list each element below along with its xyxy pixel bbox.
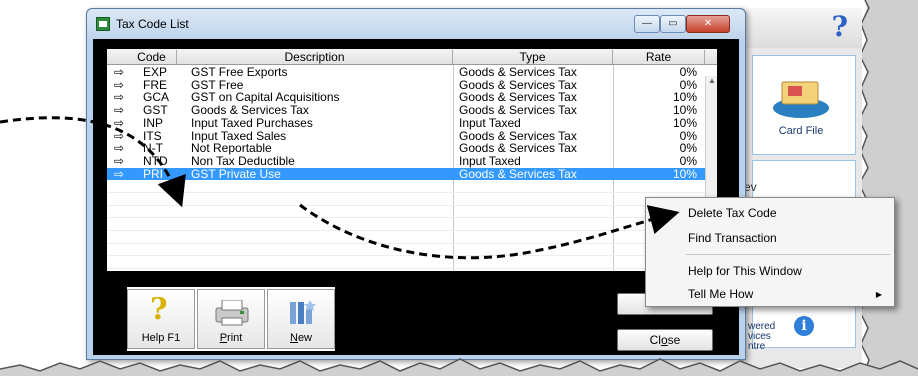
help-question-icon: ?: [150, 292, 168, 327]
cell-rate: 0%: [679, 141, 697, 156]
cell-description: Non Tax Deductible: [191, 153, 295, 168]
cell-description: GST Private Use: [191, 166, 281, 181]
column-header-rate[interactable]: Rate: [613, 50, 705, 64]
empty-table-row: [107, 257, 717, 270]
empty-table-row: [107, 218, 717, 232]
submenu-arrow-icon: ▶: [875, 290, 882, 299]
help-f1-button[interactable]: ? Help F1: [127, 289, 195, 349]
row-zoom-arrow-icon[interactable]: ⇨: [111, 142, 127, 155]
cell-description: Not Reportable: [191, 141, 272, 156]
cell-code: INP: [143, 115, 164, 130]
new-button[interactable]: New: [267, 289, 335, 349]
empty-table-row: [107, 193, 717, 206]
background-help-bar: ?: [742, 8, 862, 48]
cell-description: Input Taxed Purchases: [191, 115, 313, 130]
cell-code: NTD: [143, 153, 168, 168]
info-icon[interactable]: i: [794, 316, 814, 336]
empty-table-row: [107, 244, 717, 257]
tax-code-list-window: Tax Code List — ▭ ✕ Code Description Typ…: [86, 8, 746, 360]
table-row[interactable]: ⇨ INP Input Taxed Purchases Input Taxed 10%: [107, 117, 717, 130]
table-row[interactable]: ⇨ NTD Non Tax Deductible Input Taxed 0%: [107, 155, 717, 168]
cell-type: Input Taxed: [459, 115, 521, 130]
torn-paper-bottom-edge: [0, 358, 918, 376]
cell-rate: 10%: [672, 166, 697, 181]
cell-type: Goods & Services Tax: [459, 166, 577, 181]
torn-paper-right-edge: [858, 0, 918, 376]
cell-description: Goods & Services Tax: [191, 103, 309, 118]
print-label: Print: [219, 332, 243, 344]
menu-item-help-for-this-window[interactable]: Help for This Window: [688, 264, 802, 278]
empty-table-row: [107, 206, 717, 219]
title-bar[interactable]: Tax Code List — ▭ ✕: [87, 9, 745, 39]
menu-separator: [686, 254, 890, 255]
context-menu: Delete Tax Code Find Transaction Help fo…: [645, 197, 895, 307]
cell-type: Goods & Services Tax: [459, 141, 577, 156]
cell-code: GST: [143, 103, 168, 118]
table-row[interactable]: ⇨ EXP GST Free Exports Goods & Services Tax…: [107, 66, 717, 79]
row-zoom-arrow-icon[interactable]: ⇨: [111, 66, 127, 79]
cell-rate: 0%: [679, 65, 697, 79]
row-zoom-arrow-icon[interactable]: ⇨: [111, 155, 127, 168]
card-file-icon[interactable]: [768, 78, 834, 120]
table-row[interactable]: ⇨ GST Goods & Services Tax Goods & Services…: [107, 104, 717, 117]
cell-type: Goods & Services Tax: [459, 65, 577, 79]
cell-rate: 10%: [672, 115, 697, 130]
row-zoom-arrow-icon[interactable]: ⇨: [111, 167, 127, 181]
cell-code: EXP: [143, 65, 168, 79]
table-row[interactable]: ⇨ PRI GST Private Use Goods & Services Tax 1…: [107, 166, 717, 181]
tax-code-table: Code Description Type Rate ⇨ EXP GST Free …: [107, 49, 717, 271]
empty-table-row: [107, 231, 717, 244]
empty-table-row: [107, 180, 717, 193]
cell-rate: 10%: [672, 103, 697, 118]
cell-code: PRI: [143, 166, 164, 181]
dialog-client-area: Code Description Type Rate ⇨ EXP GST Free …: [93, 39, 739, 355]
minimize-button[interactable]: —: [634, 15, 660, 33]
column-header-code[interactable]: Code: [127, 50, 177, 64]
table-header: Code Description Type Rate: [107, 49, 717, 65]
vertical-scrollbar[interactable]: ▲: [705, 76, 717, 216]
table-row[interactable]: ⇨ N-T Not Reportable Goods & Services Tax 0%: [107, 142, 717, 155]
menu-item-find-transaction[interactable]: Find Transaction: [688, 231, 777, 245]
window-title: Tax Code List: [116, 17, 189, 31]
menu-item-tell-me-how[interactable]: Tell Me How: [688, 287, 753, 301]
help-question-icon[interactable]: ?: [832, 10, 848, 43]
row-zoom-arrow-icon[interactable]: ⇨: [111, 104, 127, 117]
new-label: New: [289, 332, 312, 344]
scroll-up-icon[interactable]: ▲: [707, 76, 717, 88]
cell-code: N-T: [143, 141, 163, 156]
maximize-button[interactable]: ▭: [660, 15, 686, 33]
new-document-icon: [290, 300, 316, 324]
row-zoom-arrow-icon[interactable]: ⇨: [111, 117, 127, 130]
column-header-type[interactable]: Type: [453, 50, 613, 64]
cell-description: GST Free Exports: [191, 65, 288, 79]
window-icon: [96, 17, 110, 31]
card-file-label[interactable]: Card File: [768, 125, 834, 137]
print-button[interactable]: Print: [197, 289, 265, 349]
cell-type: Goods & Services Tax: [459, 103, 577, 118]
printer-icon: [215, 300, 249, 326]
cell-rate: 0%: [679, 153, 697, 168]
cell-type: Input Taxed: [459, 153, 521, 168]
bottom-toolbar: ? Help F1 Print New: [127, 287, 335, 351]
menu-item-delete-tax-code[interactable]: Delete Tax Code: [688, 206, 777, 220]
column-header-description[interactable]: Description: [177, 50, 453, 64]
help-f1-label: Help F1: [141, 332, 181, 344]
close-window-button[interactable]: ✕: [686, 15, 730, 33]
